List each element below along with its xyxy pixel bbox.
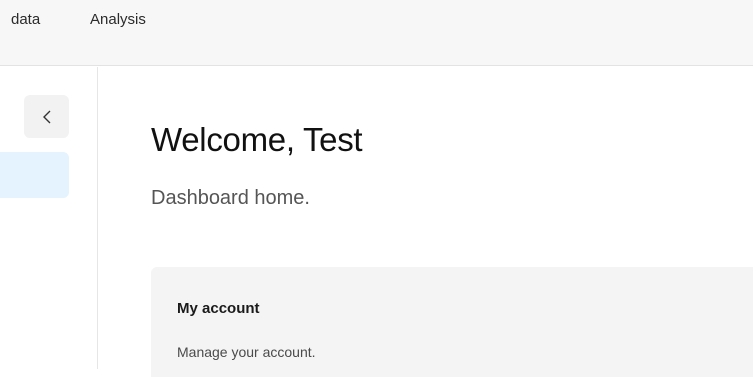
main-content: Welcome, Test Dashboard home. My account…	[99, 67, 753, 377]
nav-item-analysis[interactable]: Analysis	[90, 11, 146, 28]
my-account-card[interactable]: My account Manage your account.	[151, 267, 753, 377]
page-subtitle: Dashboard home.	[151, 187, 310, 209]
sidebar	[0, 67, 98, 369]
chevron-left-icon	[42, 110, 52, 124]
sidebar-item-active[interactable]	[0, 152, 69, 198]
nav-item-data[interactable]: data	[11, 11, 40, 28]
top-navigation-bar: data Analysis	[0, 0, 753, 66]
card-description: Manage your account.	[177, 344, 316, 360]
page-title: Welcome, Test	[151, 121, 363, 158]
card-title: My account	[177, 300, 260, 317]
sidebar-collapse-button[interactable]	[24, 95, 69, 138]
